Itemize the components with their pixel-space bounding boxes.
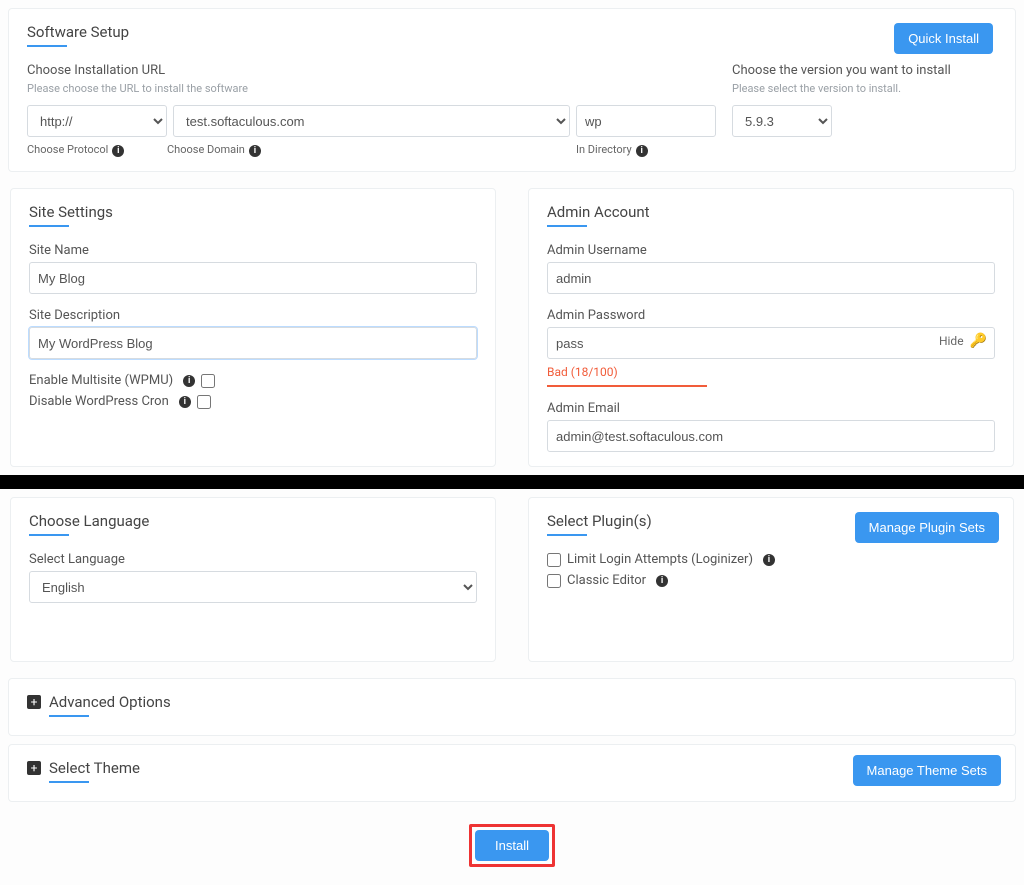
admin-account-title: Admin Account bbox=[547, 203, 995, 221]
underline bbox=[49, 781, 89, 783]
key-icon[interactable]: 🔑 bbox=[970, 333, 987, 349]
plugin-loginizer-checkbox[interactable] bbox=[547, 553, 561, 567]
site-name-input[interactable] bbox=[29, 262, 477, 294]
select-plugins-panel: Select Plugin(s) Manage Plugin Sets Limi… bbox=[528, 497, 1014, 662]
version-label: Choose the version you want to install bbox=[732, 63, 997, 78]
enable-multisite-label: Enable Multisite (WPMU) bbox=[29, 373, 173, 388]
disable-cron-label: Disable WordPress Cron bbox=[29, 394, 169, 409]
manage-plugin-sets-button[interactable]: Manage Plugin Sets bbox=[855, 512, 999, 543]
version-sublabel: Please select the version to install. bbox=[732, 82, 997, 95]
admin-password-label: Admin Password bbox=[547, 308, 995, 323]
underline bbox=[547, 534, 587, 536]
info-icon[interactable]: i bbox=[249, 145, 261, 157]
admin-username-input[interactable] bbox=[547, 262, 995, 294]
underline bbox=[27, 45, 67, 47]
select-language-label: Select Language bbox=[29, 552, 477, 567]
quick-install-button[interactable]: Quick Install bbox=[894, 23, 993, 54]
plus-icon[interactable]: + bbox=[27, 695, 41, 709]
choose-url-label: Choose Installation URL bbox=[27, 63, 716, 78]
hide-password-link[interactable]: Hide bbox=[939, 334, 964, 348]
site-settings-title: Site Settings bbox=[29, 203, 477, 221]
plugin-classic-editor-checkbox[interactable] bbox=[547, 574, 561, 588]
plugin-classic-editor-label: Classic Editor bbox=[567, 573, 646, 588]
disable-cron-checkbox[interactable] bbox=[197, 395, 211, 409]
advanced-options-panel: + Advanced Options bbox=[8, 678, 1016, 736]
underline bbox=[547, 225, 587, 227]
helper-protocol: Choose Protocol bbox=[27, 143, 108, 156]
underline bbox=[29, 225, 69, 227]
select-theme-panel: + Select Theme Manage Theme Sets bbox=[8, 744, 1016, 802]
domain-select[interactable]: test.softaculous.com bbox=[173, 105, 570, 137]
info-icon[interactable]: i bbox=[112, 145, 124, 157]
install-highlight-frame: Install bbox=[469, 824, 555, 867]
enable-multisite-checkbox[interactable] bbox=[201, 374, 215, 388]
advanced-options-title[interactable]: Advanced Options bbox=[49, 693, 171, 711]
password-strength-bar bbox=[547, 385, 707, 387]
site-settings-panel: Site Settings Site Name Site Description… bbox=[10, 188, 496, 467]
divider-strip bbox=[0, 475, 1024, 489]
install-button[interactable]: Install bbox=[475, 830, 549, 861]
admin-email-label: Admin Email bbox=[547, 401, 995, 416]
software-setup-title: Software Setup bbox=[27, 23, 997, 41]
admin-email-input[interactable] bbox=[547, 420, 995, 452]
software-setup-panel: Software Setup Quick Install Choose Inst… bbox=[8, 8, 1016, 172]
admin-username-label: Admin Username bbox=[547, 243, 995, 258]
choose-language-panel: Choose Language Select Language English bbox=[10, 497, 496, 662]
helper-directory: In Directory bbox=[576, 143, 632, 156]
install-section: Install bbox=[0, 810, 1024, 885]
admin-password-input[interactable] bbox=[547, 327, 995, 359]
site-name-label: Site Name bbox=[29, 243, 477, 258]
info-icon[interactable]: i bbox=[179, 396, 191, 408]
underline bbox=[49, 715, 89, 717]
select-theme-title[interactable]: Select Theme bbox=[49, 759, 140, 777]
info-icon[interactable]: i bbox=[636, 145, 648, 157]
protocol-select[interactable]: http:// bbox=[27, 105, 167, 137]
helper-domain: Choose Domain bbox=[167, 143, 245, 156]
admin-account-panel: Admin Account Admin Username Admin Passw… bbox=[528, 188, 1014, 467]
choose-language-title: Choose Language bbox=[29, 512, 477, 530]
site-desc-input[interactable] bbox=[29, 327, 477, 359]
version-select[interactable]: 5.9.3 bbox=[732, 105, 832, 137]
plugin-loginizer-label: Limit Login Attempts (Loginizer) bbox=[567, 552, 753, 567]
underline bbox=[29, 534, 69, 536]
manage-theme-sets-button[interactable]: Manage Theme Sets bbox=[853, 755, 1001, 786]
info-icon[interactable]: i bbox=[763, 554, 775, 566]
language-select[interactable]: English bbox=[29, 571, 477, 603]
choose-url-sublabel: Please choose the URL to install the sof… bbox=[27, 82, 716, 95]
password-strength-label: Bad (18/100) bbox=[547, 365, 995, 379]
info-icon[interactable]: i bbox=[183, 375, 195, 387]
directory-input[interactable] bbox=[576, 105, 716, 137]
plus-icon[interactable]: + bbox=[27, 761, 41, 775]
site-desc-label: Site Description bbox=[29, 308, 477, 323]
info-icon[interactable]: i bbox=[656, 575, 668, 587]
